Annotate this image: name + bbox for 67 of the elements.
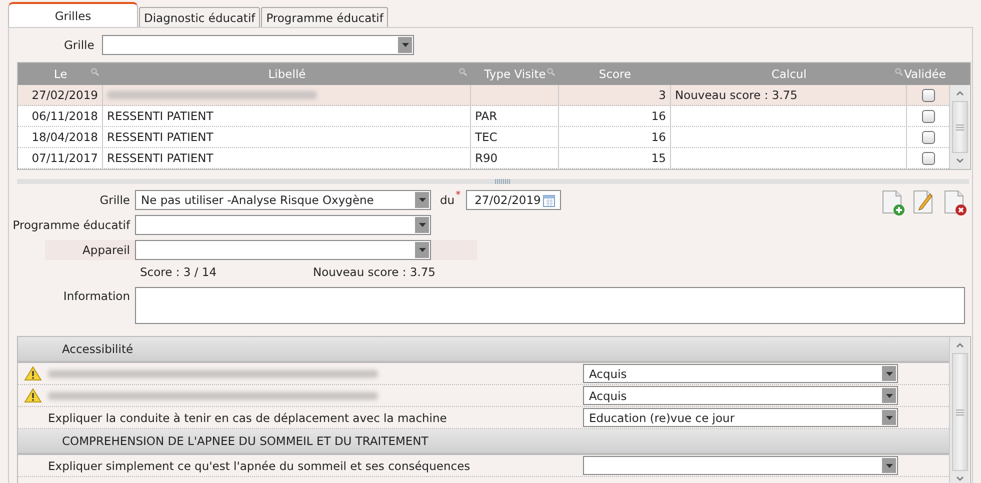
table-cell: RESSENTI PATIENT — [107, 151, 214, 165]
tab[interactable]: Grilles — [8, 2, 138, 27]
item-label: Expliquer la conduite à tenir en cas de déplacement avec la machine — [48, 410, 448, 424]
table-cell: 06/11/2018 — [32, 109, 98, 123]
score-text: Score : 3 / 14 — [140, 265, 218, 279]
table-cell: 16 — [651, 109, 666, 123]
dropdown-arrow-icon[interactable] — [886, 464, 892, 468]
table-cell: Nouveau score : 3.75 — [675, 88, 798, 102]
splitter-grip[interactable] — [495, 179, 511, 184]
field-label: Grille — [64, 38, 94, 52]
field-label: Information — [62, 289, 130, 303]
new-score-text: Nouveau score : 3.75 — [313, 265, 436, 279]
programme-select[interactable] — [135, 215, 431, 235]
status-select[interactable] — [583, 456, 898, 475]
table-row[interactable]: 06/11/2018 RESSENTI PATIENT PAR 16 — [18, 106, 949, 127]
dropdown-arrow-icon[interactable] — [886, 416, 892, 420]
table-cell: TEC — [475, 130, 498, 144]
field-label: Programme éducatif — [12, 218, 130, 232]
status-select[interactable]: Acquis — [583, 364, 898, 383]
dropdown-arrow-icon[interactable] — [886, 372, 892, 376]
tab[interactable]: Programme éducatif — [261, 7, 388, 27]
status-select[interactable]: Education (re)vue ce jour — [583, 408, 898, 427]
table-row[interactable]: 18/04/2018 RESSENTI PATIENT TEC 16 — [18, 127, 949, 148]
grille-select[interactable]: Ne pas utiliser -Analyse Risque Oxygène — [135, 190, 431, 210]
scroll-thumb[interactable] — [952, 101, 968, 153]
tab[interactable]: Diagnostic éducatif — [139, 7, 260, 27]
add-document-icon[interactable] — [880, 190, 906, 216]
dropdown-arrow-icon[interactable] — [418, 248, 426, 252]
table-cell: 18/04/2018 — [32, 130, 98, 144]
section-title: COMPREHENSION DE L'APNEE DU SOMMEIL ET DU TRAITEMENT — [62, 434, 428, 448]
checkbox[interactable] — [922, 152, 934, 164]
checkbox[interactable] — [922, 110, 934, 122]
grip-icon — [956, 124, 964, 130]
table-cell: 3 — [658, 88, 666, 102]
status-select[interactable]: Acquis — [583, 386, 898, 405]
calendar-icon[interactable] — [542, 194, 555, 206]
grip-icon — [956, 408, 964, 416]
date-field[interactable]: 27/02/2019 — [466, 190, 561, 210]
required-mark: * — [456, 190, 461, 201]
table-cell: PAR — [475, 109, 498, 123]
table-cell: RESSENTI PATIENT — [107, 109, 214, 123]
checklist-scrollbar[interactable] — [949, 337, 969, 483]
table-cell: 15 — [651, 151, 666, 165]
dropdown-arrow-icon[interactable] — [418, 198, 426, 202]
appareil-select[interactable] — [135, 240, 431, 260]
table-cell: 07/11/2017 — [32, 151, 98, 165]
dropdown-arrow-icon[interactable] — [418, 223, 426, 227]
checkbox[interactable] — [922, 88, 934, 102]
scroll-thumb[interactable] — [952, 353, 968, 471]
table-cell: R90 — [475, 151, 498, 165]
information-field[interactable] — [135, 287, 965, 324]
dropdown-arrow-icon[interactable] — [886, 394, 892, 398]
field-label: Appareil — [82, 243, 130, 257]
checkbox[interactable] — [922, 130, 934, 144]
table-row[interactable]: 07/11/2017 RESSENTI PATIENT R90 15 — [18, 148, 949, 169]
dropdown-arrow-icon[interactable] — [402, 43, 409, 47]
field-label: Grille — [98, 193, 130, 207]
table-cell: 16 — [651, 130, 666, 144]
delete-document-icon[interactable] — [942, 190, 968, 216]
section-title: Accessibilité — [62, 342, 134, 356]
grille-select[interactable] — [102, 35, 414, 55]
table-row[interactable]: 27/02/2019 3 Nouveau score : 3.75 — [18, 85, 949, 106]
table-cell: RESSENTI PATIENT — [107, 130, 214, 144]
table-scrollbar[interactable] — [949, 85, 969, 169]
table-cell: 27/02/2019 — [32, 88, 98, 102]
field-label: du — [440, 193, 455, 207]
item-label: Expliquer simplement ce qu'est l'apnée du sommeil et ses conséquences — [48, 458, 472, 472]
